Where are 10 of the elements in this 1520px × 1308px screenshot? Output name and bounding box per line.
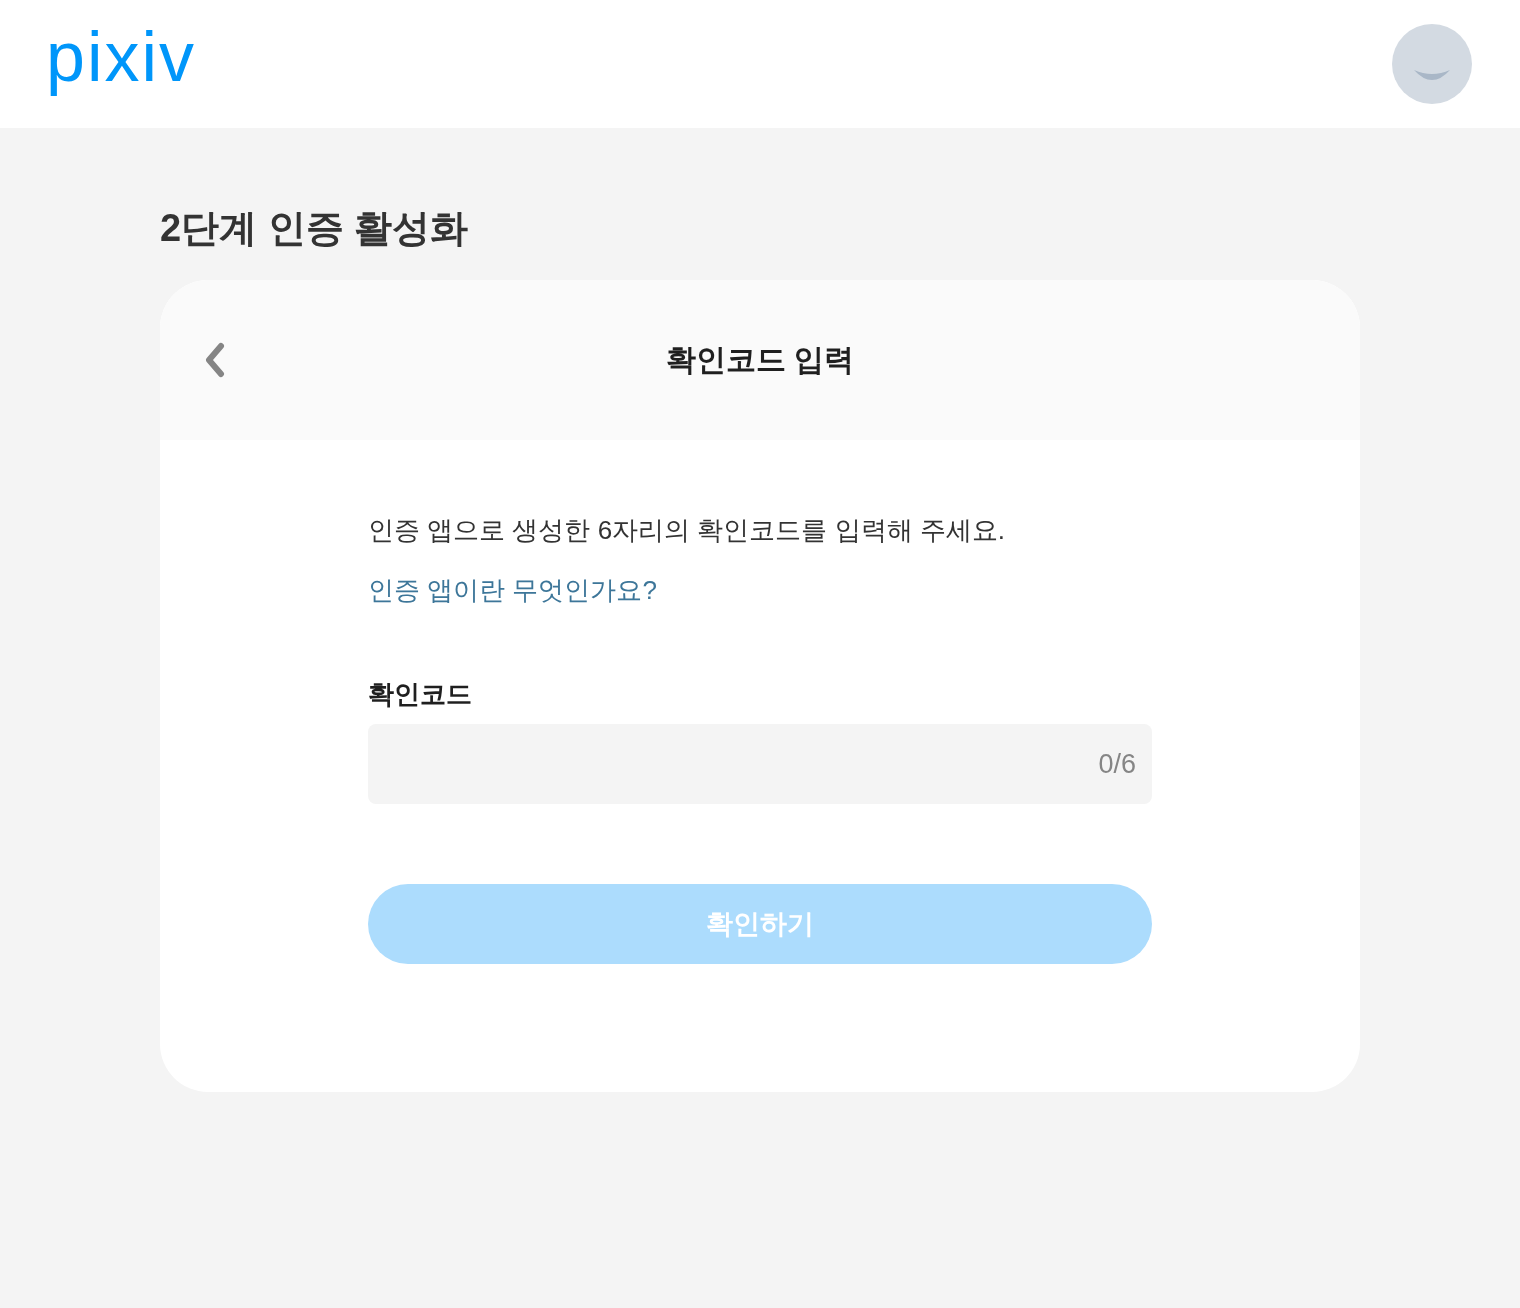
field-label: 확인코드 — [368, 678, 472, 711]
help-link[interactable]: 인증 앱이란 무엇인가요? — [368, 572, 657, 608]
avatar-placeholder[interactable] — [1392, 24, 1472, 104]
card-title: 확인코드 입력 — [665, 341, 855, 378]
instruction-text: 인증 앱으로 생성한 6자리의 확인코드를 입력해 주세요. — [368, 514, 1006, 547]
page-title: 2단계 인증 활성화 — [160, 206, 469, 251]
pixiv-logo[interactable]: pixiv — [46, 22, 197, 106]
back-icon — [203, 342, 227, 378]
input-field[interactable]: 0/6 — [368, 724, 1152, 804]
character-counter: 0/6 — [1098, 748, 1136, 781]
